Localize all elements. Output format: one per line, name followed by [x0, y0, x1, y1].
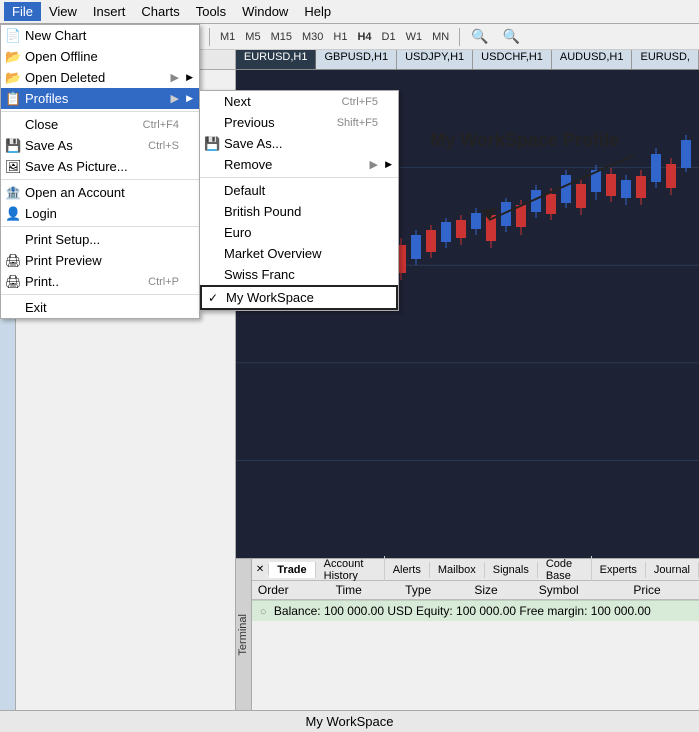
- toolbar-separator-2: [209, 28, 210, 46]
- chart-tabs-bar: EURUSD,H1 GBPUSD,H1 USDJPY,H1 USDCHF,H1 …: [236, 50, 699, 70]
- menu-help[interactable]: Help: [296, 2, 339, 21]
- separator-2: [1, 179, 199, 180]
- menu-item-open-offline[interactable]: 📂 Open Offline: [1, 46, 199, 67]
- order-table: Order Time Type Size Symbol Price: [252, 581, 699, 600]
- checkmark-icon: ✓: [208, 291, 218, 305]
- tab-mailbox[interactable]: Mailbox: [430, 562, 485, 578]
- col-symbol[interactable]: Symbol: [533, 581, 628, 600]
- menu-item-next[interactable]: Next Ctrl+F5: [200, 91, 398, 112]
- open-offline-icon: 📂: [5, 49, 21, 65]
- menu-tools[interactable]: Tools: [188, 2, 234, 21]
- menu-item-login[interactable]: 👤 Login: [1, 203, 199, 224]
- tf-w1[interactable]: W1: [402, 30, 427, 44]
- tab-signals[interactable]: Signals: [485, 562, 538, 578]
- menu-item-save-as-profile[interactable]: 💾 Save As...: [200, 133, 398, 154]
- print-preview-icon: 🖨: [5, 253, 22, 269]
- save-picture-icon: 🖼: [5, 159, 22, 175]
- menu-file[interactable]: File: [4, 2, 41, 21]
- terminal-label[interactable]: Terminal: [236, 559, 252, 710]
- menu-item-print-setup[interactable]: Print Setup...: [1, 229, 199, 250]
- tab-trade[interactable]: Trade: [269, 562, 315, 578]
- tf-m30[interactable]: M30: [298, 30, 327, 44]
- status-bar: My WorkSpace: [0, 710, 699, 732]
- menu-item-euro[interactable]: Euro: [200, 222, 398, 243]
- menu-item-print-preview[interactable]: 🖨 Print Preview: [1, 250, 199, 271]
- menu-item-open-deleted[interactable]: 📂 Open Deleted ▶: [1, 67, 199, 88]
- menu-item-exit[interactable]: Exit: [1, 297, 199, 318]
- profiles-separator: [200, 177, 398, 178]
- save-profile-icon: 💾: [204, 136, 220, 152]
- menu-item-print[interactable]: 🖨 Print.. Ctrl+P: [1, 271, 199, 292]
- menu-item-british-pound[interactable]: British Pound: [200, 201, 398, 222]
- chart-tab-eurusd-h1[interactable]: EURUSD,H1: [236, 50, 317, 69]
- tab-experts[interactable]: Experts: [592, 562, 646, 578]
- login-icon: 👤: [5, 206, 21, 222]
- tf-m15[interactable]: M15: [267, 30, 296, 44]
- tab-alerts[interactable]: Alerts: [385, 562, 430, 578]
- col-time[interactable]: Time: [330, 581, 400, 600]
- zoom-in-button[interactable]: 🔍: [466, 26, 493, 47]
- separator-3: [1, 226, 199, 227]
- tf-h4[interactable]: H4: [353, 30, 375, 44]
- file-menu: 📄 New Chart 📂 Open Offline 📂 Open Delete…: [0, 24, 200, 319]
- tf-m5[interactable]: M5: [241, 30, 264, 44]
- chart-tab-eurusd[interactable]: EURUSD,: [632, 50, 699, 69]
- menu-item-remove[interactable]: Remove ▶: [200, 154, 398, 175]
- print-icon: 🖨: [5, 274, 22, 290]
- terminal-area: Terminal ✕ Trade Account History Alerts …: [236, 558, 699, 710]
- col-type[interactable]: Type: [399, 581, 468, 600]
- menu-window[interactable]: Window: [234, 2, 296, 21]
- chart-tab-audusd-h1[interactable]: AUDUSD,H1: [552, 50, 633, 69]
- profiles-icon: 📋: [5, 91, 21, 107]
- menu-item-previous[interactable]: Previous Shift+F5: [200, 112, 398, 133]
- annotation-arrow: [439, 150, 639, 230]
- account-icon: 🏦: [5, 185, 21, 201]
- menu-item-my-workspace[interactable]: ✓ My WorkSpace: [200, 285, 398, 310]
- open-deleted-icon: 📂: [5, 70, 21, 86]
- menu-item-swiss-franc[interactable]: Swiss Franc: [200, 264, 398, 285]
- col-size[interactable]: Size: [468, 581, 532, 600]
- tf-mn[interactable]: MN: [428, 30, 453, 44]
- terminal-close-btn[interactable]: ✕: [252, 564, 269, 575]
- profiles-menu: Next Ctrl+F5 Previous Shift+F5 💾 Save As…: [199, 90, 399, 311]
- toolbar-separator-3: [459, 28, 460, 46]
- annotation-text: My WorkSpace Profile: [430, 130, 619, 151]
- menubar: File View Insert Charts Tools Window Hel…: [0, 0, 699, 24]
- menu-insert[interactable]: Insert: [85, 2, 134, 21]
- zoom-out-button[interactable]: 🔍: [498, 26, 525, 47]
- separator-1: [1, 111, 199, 112]
- new-chart-icon: 📄: [5, 28, 21, 44]
- tab-journal[interactable]: Journal: [646, 562, 699, 578]
- separator-4: [1, 294, 199, 295]
- col-order[interactable]: Order: [252, 581, 330, 600]
- menu-item-new-chart[interactable]: 📄 New Chart: [1, 25, 199, 46]
- tab-account-history[interactable]: Account History: [316, 556, 385, 584]
- tf-d1[interactable]: D1: [378, 30, 400, 44]
- chart-tab-usdjpy-h1[interactable]: USDJPY,H1: [397, 50, 473, 69]
- menu-item-save-as[interactable]: 💾 Save As Ctrl+S: [1, 135, 199, 156]
- tf-h1[interactable]: H1: [329, 30, 351, 44]
- menu-item-market-overview[interactable]: Market Overview: [200, 243, 398, 264]
- menu-item-open-account[interactable]: 🏦 Open an Account: [1, 182, 199, 203]
- menu-charts[interactable]: Charts: [133, 2, 187, 21]
- save-icon: 💾: [5, 138, 21, 154]
- menu-view[interactable]: View: [41, 2, 85, 21]
- balance-row: ○ Balance: 100 000.00 USD Equity: 100 00…: [252, 600, 699, 621]
- chart-tab-gbpusd-h1[interactable]: GBPUSD,H1: [316, 50, 397, 69]
- tf-m1[interactable]: M1: [216, 30, 239, 44]
- menu-item-default[interactable]: Default: [200, 180, 398, 201]
- chart-tab-usdchf-h1[interactable]: USDCHF,H1: [473, 50, 552, 69]
- col-price[interactable]: Price: [627, 581, 699, 600]
- menu-item-profiles[interactable]: 📋 Profiles ▶: [1, 88, 199, 109]
- terminal-tabs-bar: ✕ Trade Account History Alerts Mailbox S…: [252, 559, 699, 581]
- menu-item-close[interactable]: Close Ctrl+F4: [1, 114, 199, 135]
- tab-code-base[interactable]: Code Base: [538, 556, 592, 584]
- menu-item-save-picture[interactable]: 🖼 Save As Picture...: [1, 156, 199, 177]
